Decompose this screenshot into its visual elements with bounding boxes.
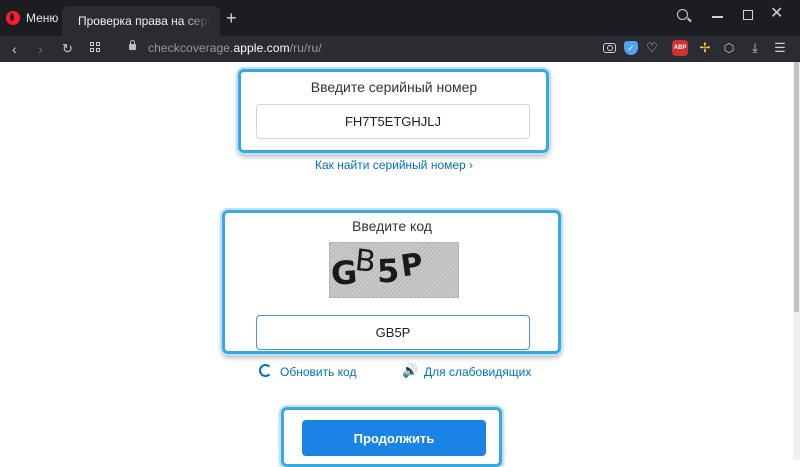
serial-label: Введите серийный номер bbox=[310, 79, 478, 95]
minimize-icon[interactable] bbox=[712, 16, 723, 18]
scrollbar-thumb[interactable] bbox=[794, 62, 799, 312]
opera-menu-button[interactable]: Меню bbox=[6, 7, 58, 29]
continue-button[interactable]: Продолжить bbox=[302, 420, 486, 456]
refresh-icon[interactable] bbox=[259, 364, 272, 377]
tab-title: Проверка права на сервисное обслуживание bbox=[78, 14, 210, 28]
audio-captcha-link[interactable]: Для слабовидящих bbox=[424, 365, 531, 379]
captcha-code-input[interactable]: GB5P bbox=[256, 315, 530, 350]
adblock-icon[interactable]: ABP bbox=[672, 40, 688, 56]
serial-number-input[interactable]: FH7T5ETGHJLJ bbox=[256, 104, 530, 139]
easy-setup-icon[interactable]: ☰ bbox=[773, 40, 787, 55]
refresh-code-link[interactable]: Обновить код bbox=[280, 365, 356, 379]
opera-logo-icon bbox=[6, 11, 20, 25]
reload-icon[interactable]: ↻ bbox=[62, 41, 73, 57]
url-path: /ru/ru/ bbox=[289, 41, 322, 55]
url-prefix: checkcoverage. bbox=[148, 41, 234, 55]
active-tab[interactable]: Проверка права на сервисное обслуживание bbox=[62, 6, 220, 36]
new-tab-button[interactable]: + bbox=[226, 9, 237, 27]
captcha-char: P bbox=[398, 246, 426, 285]
menu-label: Меню bbox=[26, 11, 59, 25]
captcha-char: 5 bbox=[376, 251, 400, 291]
forward-icon[interactable]: › bbox=[38, 41, 43, 57]
code-label: Введите код bbox=[352, 218, 432, 234]
camera-icon[interactable] bbox=[603, 43, 616, 53]
cube-icon[interactable]: ⬡ bbox=[722, 41, 736, 55]
url-host: apple.com bbox=[233, 41, 290, 55]
heart-icon[interactable]: ♡ bbox=[645, 40, 659, 55]
tab-grid-icon[interactable] bbox=[90, 42, 100, 52]
shield-icon[interactable]: ✓ bbox=[624, 41, 638, 55]
back-icon[interactable]: ‹ bbox=[12, 41, 17, 57]
find-serial-link[interactable]: Как найти серийный номер › bbox=[315, 158, 473, 172]
maximize-icon[interactable] bbox=[743, 10, 753, 20]
captcha-char: B bbox=[353, 243, 378, 280]
lock-icon[interactable] bbox=[129, 40, 136, 50]
captcha-text: G B 5 P bbox=[330, 243, 457, 294]
url-field[interactable]: checkcoverage.apple.com/ru/ru/ bbox=[148, 41, 322, 55]
search-tabs-icon[interactable] bbox=[677, 9, 688, 20]
speaker-icon[interactable]: 🔊 bbox=[402, 364, 418, 378]
download-icon[interactable]: ⤓ bbox=[748, 40, 762, 55]
pinwheel-icon[interactable]: ✢ bbox=[698, 40, 712, 55]
close-window-icon[interactable]: ✕ bbox=[770, 6, 783, 22]
